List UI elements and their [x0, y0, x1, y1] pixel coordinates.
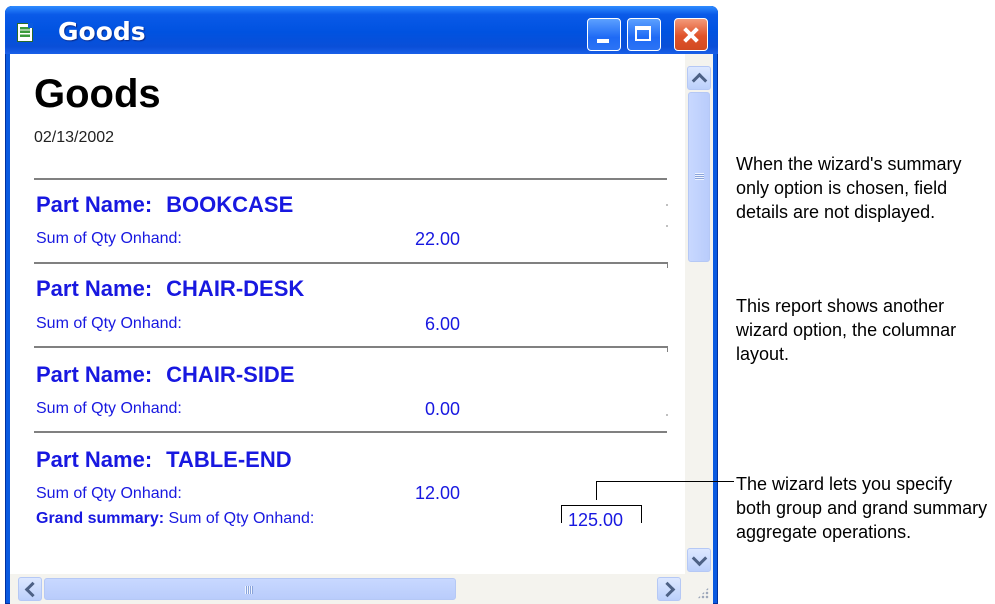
sum-label: Sum of Qty Onhand: — [36, 315, 182, 332]
minimize-button[interactable] — [587, 18, 621, 51]
minimize-icon — [597, 39, 609, 43]
maximize-button[interactable] — [627, 18, 661, 51]
sum-label: Sum of Qty Onhand: — [36, 230, 182, 247]
group-header: Part Name: BOOKCASE — [36, 193, 293, 217]
group-separator — [34, 431, 667, 433]
group-label: Part Name: — [36, 276, 153, 301]
scroll-up-button[interactable] — [687, 66, 711, 90]
sum-value: 6.00 — [424, 314, 460, 334]
callout-line — [597, 481, 734, 482]
group-separator — [34, 262, 667, 264]
field-marker — [667, 346, 668, 352]
annotation-summary-only: When the wizard's summary only option is… — [736, 154, 962, 222]
field-marker — [666, 414, 668, 416]
horizontal-scroll-thumb[interactable] — [44, 578, 456, 600]
sum-label: Sum of Qty Onhand: — [36, 485, 182, 502]
sum-label: Sum of Qty Onhand: — [36, 400, 182, 417]
chevron-down-icon — [691, 550, 707, 566]
title-bar[interactable]: Goods — [5, 6, 718, 54]
grand-summary-label: Grand summary: Sum of Qty Onhand: — [36, 510, 314, 528]
field-marker — [666, 225, 668, 227]
group-header: Part Name: TABLE-END — [36, 448, 292, 472]
window-title: Goods — [58, 17, 146, 46]
scroll-left-button[interactable] — [18, 577, 42, 601]
grand-summary-heading: Grand summary: — [36, 510, 165, 527]
vertical-scroll-thumb[interactable] — [688, 92, 710, 262]
annotation-grand-summary: The wizard lets you specify both group a… — [736, 474, 988, 542]
sum-value: 12.00 — [414, 483, 460, 503]
group-header: Part Name: CHAIR-DESK — [36, 277, 304, 301]
field-marker — [666, 204, 668, 206]
maximize-icon — [635, 26, 651, 41]
group-separator — [34, 346, 667, 348]
group-header: Part Name: CHAIR-SIDE — [36, 363, 295, 387]
annotation-columnar-layout: This report shows another wizard option,… — [736, 296, 957, 364]
group-value: CHAIR-SIDE — [166, 362, 295, 387]
chevron-right-icon — [659, 581, 675, 597]
chevron-up-icon — [691, 72, 707, 88]
group-value: CHAIR-DESK — [166, 276, 305, 301]
group-value: TABLE-END — [166, 447, 292, 472]
group-value: BOOKCASE — [166, 192, 294, 217]
close-button[interactable] — [674, 18, 708, 51]
group-label: Part Name: — [36, 447, 153, 472]
callout-line — [596, 481, 597, 500]
field-marker — [667, 262, 668, 268]
scroll-down-button[interactable] — [687, 548, 711, 572]
horizontal-scrollbar[interactable] — [10, 574, 685, 604]
resize-grip-icon[interactable] — [685, 574, 713, 604]
goods-window: Goods Goods 02/13/2002 Part Name: BOOKCAS… — [5, 6, 718, 604]
grand-summary-value: 125.00 — [568, 510, 624, 530]
report-title: Goods — [34, 72, 161, 116]
group-label: Part Name: — [36, 362, 153, 387]
vertical-scrollbar[interactable] — [685, 54, 713, 574]
sum-value: 22.00 — [414, 229, 460, 249]
grand-summary-field: Sum of Qty Onhand: — [168, 510, 315, 527]
report-date: 02/13/2002 — [34, 129, 115, 146]
sum-value: 0.00 — [424, 399, 460, 419]
group-label: Part Name: — [36, 192, 153, 217]
chevron-left-icon — [24, 581, 40, 597]
scroll-right-button[interactable] — [657, 577, 681, 601]
group-separator — [34, 178, 667, 180]
grip-icon — [695, 173, 704, 180]
report-page: Goods 02/13/2002 Part Name: BOOKCASE Sum … — [10, 54, 685, 574]
close-icon — [675, 19, 707, 50]
report-document-icon[interactable] — [17, 23, 33, 42]
grip-icon — [245, 586, 253, 594]
report-viewer: Goods 02/13/2002 Part Name: BOOKCASE Sum … — [10, 54, 713, 604]
